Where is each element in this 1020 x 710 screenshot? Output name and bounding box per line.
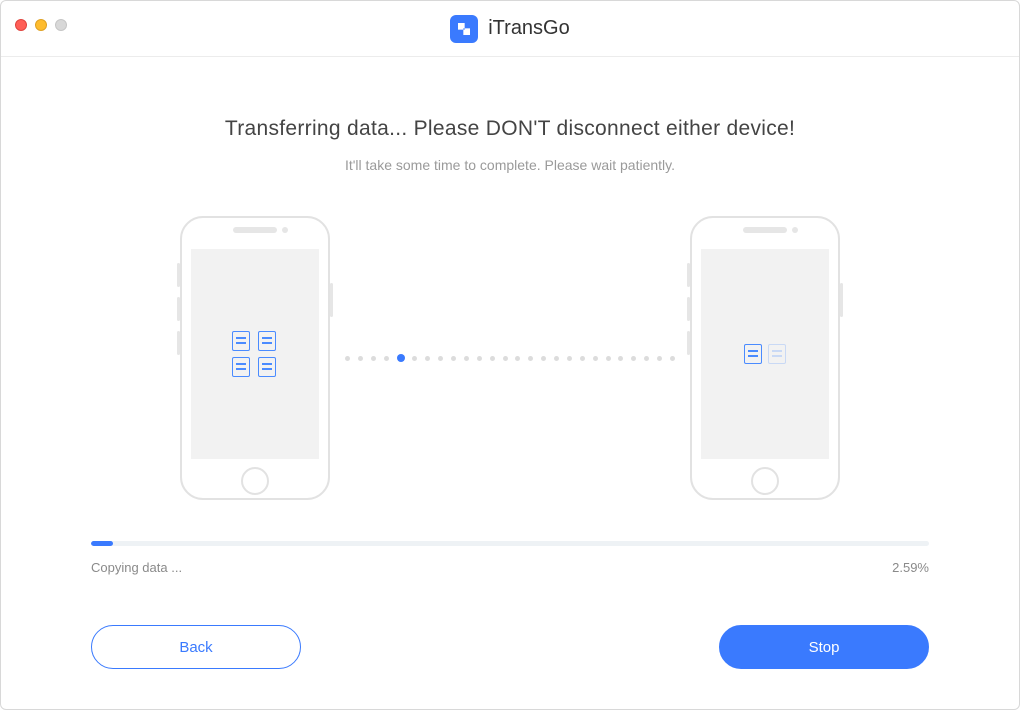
main-content: Transferring data... Please DON'T discon… xyxy=(1,57,1019,503)
path-dot xyxy=(371,356,376,361)
file-icon xyxy=(232,357,250,377)
path-dot xyxy=(567,356,572,361)
app-logo-icon xyxy=(450,15,478,43)
path-dot xyxy=(425,356,430,361)
path-dot xyxy=(606,356,611,361)
progress-percent-text: 2.59% xyxy=(892,560,929,575)
path-dot xyxy=(503,356,508,361)
path-dot xyxy=(412,356,417,361)
target-phone-illustration xyxy=(685,213,845,503)
path-dot xyxy=(528,356,533,361)
path-dot xyxy=(384,356,389,361)
progress-section: Copying data ... 2.59% xyxy=(91,541,929,575)
path-dot xyxy=(657,356,662,361)
app-title: iTransGo xyxy=(450,15,570,43)
source-phone-screen xyxy=(191,249,319,459)
file-icon xyxy=(258,357,276,377)
titlebar: iTransGo xyxy=(1,1,1019,57)
buttons-row: Back Stop xyxy=(91,625,929,669)
path-dot xyxy=(541,356,546,361)
source-files-icon-group xyxy=(232,331,278,377)
target-phone-screen xyxy=(701,249,829,459)
devices-row xyxy=(91,213,929,503)
path-dot-active xyxy=(397,354,405,362)
progress-status-text: Copying data ... xyxy=(91,560,182,575)
transfer-subheading: It'll take some time to complete. Please… xyxy=(91,157,929,173)
progress-bar xyxy=(91,541,929,546)
path-dot xyxy=(644,356,649,361)
back-button[interactable]: Back xyxy=(91,625,301,669)
path-dot xyxy=(515,356,520,361)
path-dot xyxy=(554,356,559,361)
transfer-dots-path xyxy=(345,354,675,362)
path-dot xyxy=(631,356,636,361)
path-dot xyxy=(477,356,482,361)
file-icon xyxy=(744,344,762,364)
path-dot xyxy=(345,356,350,361)
app-name: iTransGo xyxy=(488,17,570,40)
path-dot xyxy=(358,356,363,361)
path-dot xyxy=(451,356,456,361)
progress-labels: Copying data ... 2.59% xyxy=(91,560,929,575)
minimize-window-button[interactable] xyxy=(35,19,47,31)
app-window: iTransGo Transferring data... Please DON… xyxy=(0,0,1020,710)
path-dot xyxy=(490,356,495,361)
path-dot xyxy=(438,356,443,361)
transfer-heading: Transferring data... Please DON'T discon… xyxy=(91,117,929,141)
file-icon xyxy=(232,331,250,351)
path-dot xyxy=(618,356,623,361)
window-controls xyxy=(15,19,67,31)
file-icon-pending xyxy=(768,344,786,364)
progress-fill xyxy=(91,541,113,546)
path-dot xyxy=(593,356,598,361)
path-dot xyxy=(580,356,585,361)
maximize-window-button[interactable] xyxy=(55,19,67,31)
stop-button[interactable]: Stop xyxy=(719,625,929,669)
file-icon xyxy=(258,331,276,351)
close-window-button[interactable] xyxy=(15,19,27,31)
target-files-icon-group xyxy=(744,344,786,364)
path-dot xyxy=(670,356,675,361)
source-phone-illustration xyxy=(175,213,335,503)
path-dot xyxy=(464,356,469,361)
